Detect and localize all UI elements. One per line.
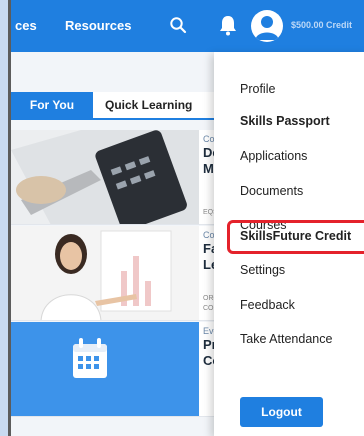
menu-item-settings[interactable]: Settings [240, 263, 285, 277]
menu-item-documents[interactable]: Documents [240, 184, 303, 198]
menu-item-profile[interactable]: Profile [240, 82, 275, 96]
course-card[interactable]: Course Facil Lead ORGAN CONCE [11, 226, 221, 321]
account-dropdown-menu: Profile Skills Passport Applications Doc… [214, 52, 364, 436]
event-card[interactable]: Events Pract Comp [11, 322, 221, 417]
menu-item-feedback[interactable]: Feedback [240, 298, 295, 312]
calculator-image [11, 130, 199, 224]
content-tabs: For You Quick Learning [11, 92, 221, 120]
course-card[interactable]: Course Deve Mana EQS AS [11, 130, 221, 225]
presenter-image [11, 226, 199, 320]
menu-item-skills-passport[interactable]: Skills Passport [240, 114, 330, 128]
nav-item-resources[interactable]: Resources [65, 18, 131, 33]
bell-icon[interactable] [218, 14, 238, 36]
top-navbar: ces Resources $500.00 Credit [11, 0, 364, 52]
menu-item-take-attendance[interactable]: Take Attendance [240, 332, 332, 346]
search-icon[interactable] [169, 16, 187, 34]
tab-for-you[interactable]: For You [11, 92, 93, 118]
nav-item-truncated[interactable]: ces [15, 18, 37, 33]
credit-balance: $500.00 Credit [291, 20, 353, 30]
calendar-image [11, 322, 199, 416]
menu-item-skillsfuture-credit[interactable]: SkillsFuture Credit [240, 229, 351, 243]
browser-frame: ces Resources $500.00 Credit For You Qui… [8, 0, 364, 436]
menu-item-applications[interactable]: Applications [240, 149, 307, 163]
avatar-icon[interactable] [251, 10, 283, 42]
tab-quick-learning[interactable]: Quick Learning [105, 92, 192, 118]
logout-button[interactable]: Logout [240, 397, 323, 427]
